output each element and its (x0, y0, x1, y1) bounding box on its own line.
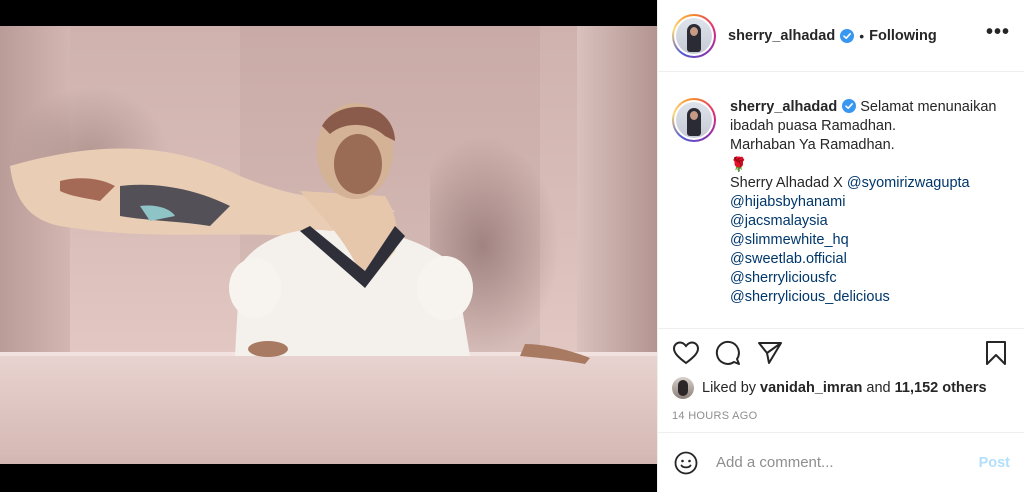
liker-username[interactable]: vanidah_imran (760, 380, 862, 396)
following-button[interactable]: Following (869, 28, 937, 44)
post-comment-button[interactable]: Post (979, 455, 1010, 471)
likes-prefix: Liked by (702, 380, 757, 396)
caption-avatar-image (676, 102, 712, 138)
photo-subject (10, 103, 590, 364)
mention-link[interactable]: @sherryliciousfc (730, 269, 1010, 288)
post-media[interactable] (0, 0, 657, 492)
mention-link[interactable]: @hijabsbyhanami (730, 193, 1010, 212)
verified-badge-icon (842, 99, 857, 113)
caption-text: sherry_alhadad Selamat menunaikan ibadah… (730, 98, 1010, 322)
post-side-panel: sherry_alhadad • Following ••• sherry_al… (657, 0, 1024, 492)
heart-icon[interactable] (672, 339, 700, 367)
bookmark-icon[interactable] (982, 339, 1010, 367)
post-timestamp[interactable]: 14 HOURS AGO (658, 400, 1024, 432)
rose-emoji: 🌹 (730, 156, 748, 172)
mention-link[interactable]: @sweetlab.official (730, 250, 1010, 269)
emoji-icon[interactable] (672, 449, 700, 477)
liker-avatar[interactable] (672, 377, 694, 399)
action-bar (658, 328, 1024, 376)
author-avatar-image (676, 17, 712, 54)
follow-separator: • (859, 27, 865, 44)
face (334, 134, 382, 194)
post-header: sherry_alhadad • Following ••• (658, 0, 1024, 72)
post-caption: sherry_alhadad Selamat menunaikan ibadah… (658, 72, 1024, 322)
left-hand (248, 341, 288, 357)
post-photo[interactable] (0, 26, 657, 464)
verified-badge-icon (840, 28, 855, 43)
author-username[interactable]: sherry_alhadad (728, 28, 835, 44)
right-hand (520, 344, 590, 364)
mention-link[interactable]: @sherrylicious_delicious (730, 288, 1010, 307)
instagram-post: sherry_alhadad • Following ••• sherry_al… (0, 0, 1024, 492)
comment-bar: Post (658, 432, 1024, 492)
comment-icon[interactable] (714, 339, 742, 367)
likes-conjunction: and (866, 380, 891, 396)
author-avatar[interactable] (672, 13, 716, 58)
caption-avatar[interactable] (672, 98, 716, 142)
caption-line: Marhaban Ya Ramadhan. (730, 137, 895, 153)
more-options-icon[interactable]: ••• (986, 22, 1010, 45)
mention-link[interactable]: @syomirizwagupta (847, 175, 970, 191)
comment-input[interactable] (716, 454, 979, 471)
share-icon[interactable] (756, 339, 784, 367)
likes-summary: Liked by vanidah_imran and 11,152 others (658, 376, 1024, 400)
mention-link[interactable]: @slimmewhite_hq (730, 231, 1010, 250)
mention-link[interactable]: @jacsmalaysia (730, 212, 1010, 231)
caption-username[interactable]: sherry_alhadad (730, 99, 837, 115)
likes-others-link[interactable]: 11,152 others (895, 380, 987, 396)
caption-credit: Sherry Alhadad X (730, 175, 843, 191)
